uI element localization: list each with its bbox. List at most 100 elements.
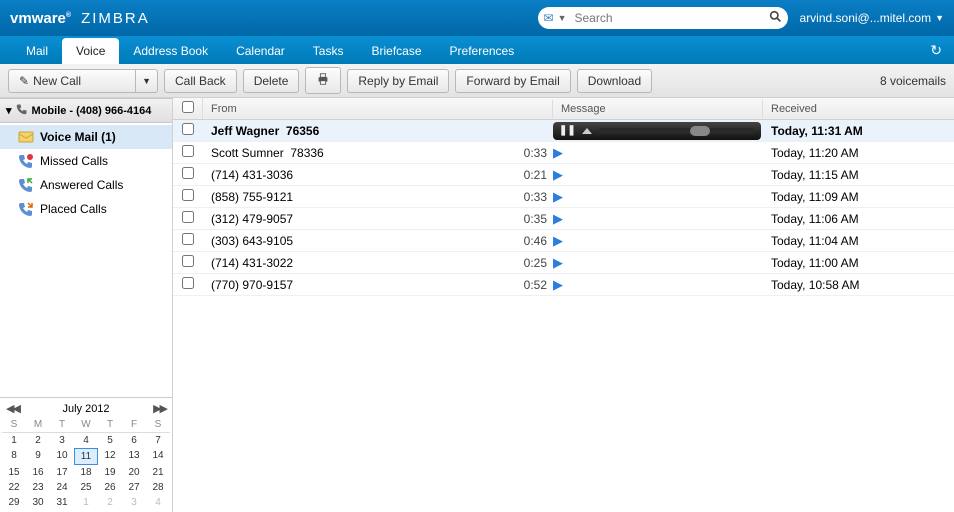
cal-day[interactable]: 16 bbox=[26, 465, 50, 480]
cal-day[interactable]: 2 bbox=[98, 495, 122, 510]
search-input[interactable] bbox=[571, 11, 769, 25]
cal-day[interactable]: 24 bbox=[50, 480, 74, 495]
row-checkbox[interactable] bbox=[182, 233, 194, 245]
download-button[interactable]: Download bbox=[577, 69, 652, 93]
voicemail-row[interactable]: (714) 431-30360:21▶Today, 11:15 AM bbox=[173, 164, 954, 186]
row-checkbox[interactable] bbox=[182, 145, 194, 157]
voicemail-row[interactable]: Scott Sumner 783360:33▶Today, 11:20 AM bbox=[173, 142, 954, 164]
play-icon[interactable]: ▶ bbox=[553, 189, 563, 205]
row-checkbox[interactable] bbox=[182, 123, 194, 135]
cal-day[interactable]: 18 bbox=[74, 465, 98, 480]
main-nav: MailVoiceAddress BookCalendarTasksBriefc… bbox=[0, 36, 954, 64]
sidebar-item-missed-calls[interactable]: Missed Calls bbox=[0, 149, 172, 173]
play-icon[interactable]: ▶ bbox=[553, 211, 563, 227]
cal-day[interactable]: 4 bbox=[74, 433, 98, 448]
play-icon[interactable]: ▶ bbox=[553, 277, 563, 293]
cal-next[interactable]: ▶▶ bbox=[153, 402, 166, 415]
print-button[interactable] bbox=[305, 67, 341, 94]
pause-icon[interactable]: ❚❚ bbox=[559, 125, 576, 136]
play-icon[interactable]: ▶ bbox=[553, 145, 563, 161]
sidebar-item-answered-calls[interactable]: Answered Calls bbox=[0, 173, 172, 197]
tab-calendar[interactable]: Calendar bbox=[222, 38, 299, 64]
cal-day[interactable]: 21 bbox=[146, 465, 170, 480]
cal-day[interactable]: 3 bbox=[122, 495, 146, 510]
row-checkbox[interactable] bbox=[182, 277, 194, 289]
cal-day[interactable]: 8 bbox=[2, 448, 26, 465]
refresh-icon[interactable]: ↻ bbox=[930, 42, 942, 59]
logo: vmware® ZIMBRA bbox=[10, 10, 150, 27]
cal-day[interactable]: 1 bbox=[2, 433, 26, 448]
cal-prev[interactable]: ◀◀ bbox=[6, 402, 19, 415]
col-message[interactable]: Message bbox=[553, 100, 763, 118]
row-checkbox[interactable] bbox=[182, 211, 194, 223]
voicemail-row[interactable]: (312) 479-90570:35▶Today, 11:06 AM bbox=[173, 208, 954, 230]
cal-day[interactable]: 31 bbox=[50, 495, 74, 510]
cal-day[interactable]: 25 bbox=[74, 480, 98, 495]
cal-day[interactable]: 30 bbox=[26, 495, 50, 510]
cal-day[interactable]: 19 bbox=[98, 465, 122, 480]
cal-day[interactable]: 13 bbox=[122, 448, 146, 465]
cal-day[interactable]: 23 bbox=[26, 480, 50, 495]
cal-day[interactable]: 6 bbox=[122, 433, 146, 448]
cal-day[interactable]: 7 bbox=[146, 433, 170, 448]
cal-day[interactable]: 14 bbox=[146, 448, 170, 465]
tab-mail[interactable]: Mail bbox=[12, 38, 62, 64]
play-icon[interactable]: ▶ bbox=[553, 167, 563, 183]
voicemail-row[interactable]: (858) 755-91210:33▶Today, 11:09 AM bbox=[173, 186, 954, 208]
cal-day[interactable]: 20 bbox=[122, 465, 146, 480]
sidebar-account-header[interactable]: ▾ Mobile - (408) 966-4164 bbox=[0, 98, 172, 123]
row-duration: 0:33 bbox=[513, 190, 553, 204]
voicemail-row[interactable]: (714) 431-30220:25▶Today, 11:00 AM bbox=[173, 252, 954, 274]
col-checkbox[interactable] bbox=[173, 98, 203, 119]
tab-briefcase[interactable]: Briefcase bbox=[357, 38, 435, 64]
col-from[interactable]: From bbox=[203, 100, 553, 118]
cal-day[interactable]: 15 bbox=[2, 465, 26, 480]
cal-day[interactable]: 22 bbox=[2, 480, 26, 495]
voicemail-row[interactable]: (770) 970-91570:52▶Today, 10:58 AM bbox=[173, 274, 954, 296]
cal-day[interactable]: 12 bbox=[98, 448, 122, 465]
search-box[interactable]: ✉ ▼ bbox=[538, 7, 788, 29]
row-checkbox[interactable] bbox=[182, 167, 194, 179]
sidebar-item-placed-calls[interactable]: Placed Calls bbox=[0, 197, 172, 221]
voicemail-row[interactable]: (303) 643-91050:46▶Today, 11:04 AM bbox=[173, 230, 954, 252]
seek-knob[interactable] bbox=[690, 126, 710, 136]
col-received[interactable]: Received bbox=[763, 100, 954, 118]
cal-day[interactable]: 28 bbox=[146, 480, 170, 495]
audio-player[interactable]: ❚❚ bbox=[553, 122, 761, 140]
search-icon[interactable] bbox=[769, 10, 782, 26]
cal-day[interactable]: 26 bbox=[98, 480, 122, 495]
reply-by-email-button[interactable]: Reply by Email bbox=[347, 69, 449, 93]
call-back-button[interactable]: Call Back bbox=[164, 69, 237, 93]
cal-day[interactable]: 3 bbox=[50, 433, 74, 448]
tab-tasks[interactable]: Tasks bbox=[299, 38, 358, 64]
voicemail-row[interactable]: Jeff Wagner 76356❚❚Today, 11:31 AM bbox=[173, 120, 954, 142]
cal-day[interactable]: 11 bbox=[74, 448, 98, 465]
user-menu[interactable]: arvind.soni@...mitel.com ▼ bbox=[800, 11, 944, 25]
play-icon[interactable]: ▶ bbox=[553, 233, 563, 249]
new-call-button[interactable]: ✎ New Call bbox=[8, 69, 136, 93]
tab-voice[interactable]: Voice bbox=[62, 38, 119, 64]
search-scope-dropdown[interactable]: ▼ bbox=[554, 13, 571, 23]
cal-day[interactable]: 1 bbox=[74, 495, 98, 510]
delete-button[interactable]: Delete bbox=[243, 69, 300, 93]
cal-day[interactable]: 29 bbox=[2, 495, 26, 510]
select-all-checkbox[interactable] bbox=[182, 101, 194, 113]
cal-day[interactable]: 27 bbox=[122, 480, 146, 495]
tab-address-book[interactable]: Address Book bbox=[119, 38, 222, 64]
tab-preferences[interactable]: Preferences bbox=[436, 38, 529, 64]
cal-day[interactable]: 17 bbox=[50, 465, 74, 480]
mail-icon: ✉ bbox=[544, 11, 554, 25]
cal-day[interactable]: 4 bbox=[146, 495, 170, 510]
volume-icon[interactable] bbox=[582, 128, 592, 134]
cal-day[interactable]: 10 bbox=[50, 448, 74, 465]
cal-day[interactable]: 5 bbox=[98, 433, 122, 448]
row-checkbox[interactable] bbox=[182, 189, 194, 201]
play-icon[interactable]: ▶ bbox=[553, 255, 563, 271]
row-checkbox[interactable] bbox=[182, 255, 194, 267]
new-call-dropdown[interactable]: ▼ bbox=[136, 69, 158, 93]
sidebar-item-voicemail[interactable]: Voice Mail (1) bbox=[0, 125, 172, 149]
forward-by-email-button[interactable]: Forward by Email bbox=[455, 69, 570, 93]
cal-day[interactable]: 2 bbox=[26, 433, 50, 448]
seek-track[interactable] bbox=[598, 128, 755, 134]
cal-day[interactable]: 9 bbox=[26, 448, 50, 465]
